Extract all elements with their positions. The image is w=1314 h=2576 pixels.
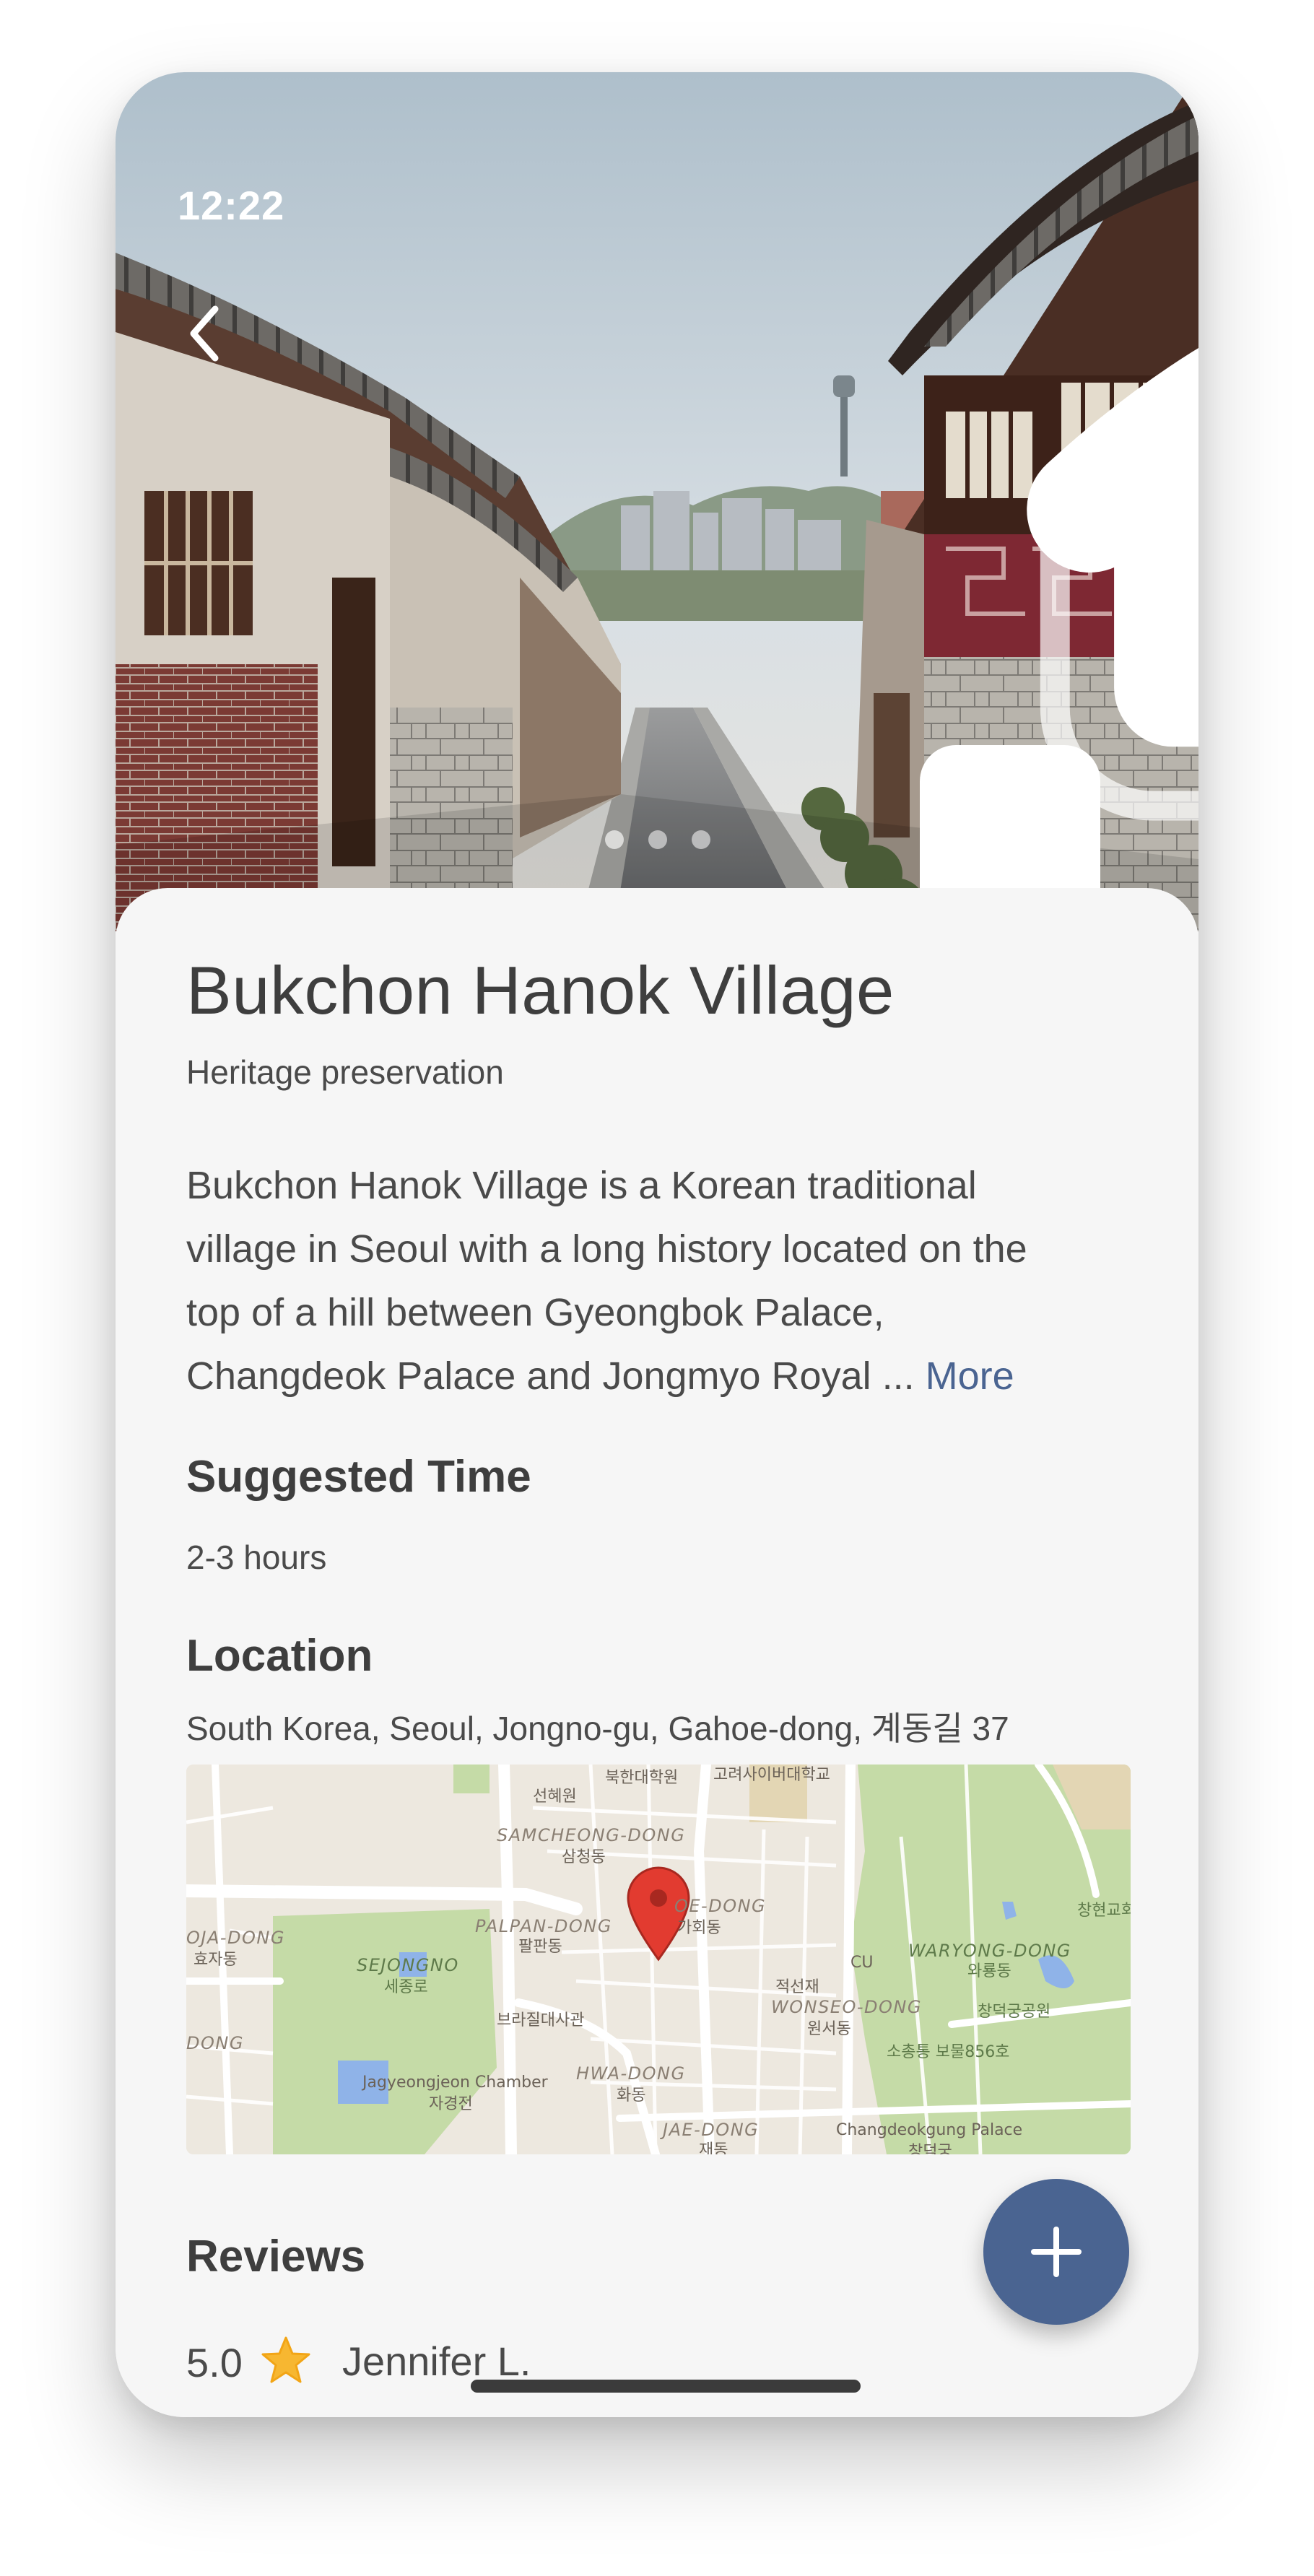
phone-frame: 12:22 Bukchon Hanok Village Heritage pre… <box>116 72 1198 2417</box>
map-label: CU <box>850 1954 874 1972</box>
add-button[interactable] <box>983 2179 1129 2325</box>
map-label: 고려사이버대학교 <box>713 1766 830 1784</box>
map-label: 창현교회 <box>1077 1902 1131 1920</box>
map-label: 적선재 <box>775 1978 819 1996</box>
reviewer-name: Jennifer L. <box>342 2338 531 2384</box>
map-label: 창덕궁공원 <box>978 2003 1051 2021</box>
map-label: 자경전 <box>429 2095 473 2113</box>
map-label: HWA-DONG <box>576 2063 686 2084</box>
suggested-time-heading: Suggested Time <box>186 1452 531 1502</box>
map-label: OE-DONG <box>674 1896 767 1916</box>
map-label: OJA-DONG <box>186 1928 285 1948</box>
star-icon <box>258 2333 313 2388</box>
map-label: 화동 <box>617 2087 646 2105</box>
more-link[interactable]: More <box>926 1354 1014 1398</box>
map-label: Jagyeongjeon Chamber <box>362 2074 548 2092</box>
status-icons <box>920 188 1198 931</box>
place-title: Bukchon Hanok Village <box>186 952 895 1028</box>
map-label: 원서동 <box>807 2020 851 2038</box>
map-label: WONSEO-DONG <box>771 1997 922 2017</box>
status-time: 12:22 <box>178 183 285 228</box>
map-label: 팔판동 <box>518 1938 562 1956</box>
map-label: 창덕궁 <box>908 2143 952 2154</box>
carousel-pagination <box>605 830 721 855</box>
cellular-signal-icon <box>920 189 1100 931</box>
map-label: 효자동 <box>193 1951 238 1969</box>
location-heading: Location <box>186 1631 373 1681</box>
map-label: 세종로 <box>384 1978 428 1996</box>
review-rating: 5.0 <box>186 2340 243 2385</box>
plus-icon <box>1031 2227 1082 2277</box>
map-label: SEJONGNO <box>357 1955 459 1975</box>
map-label: 북한대학원 <box>605 1769 679 1787</box>
description-line: top of a hill between Gyeongbok Palace, <box>186 1291 884 1334</box>
map-label: SAMCHEONG-DONG <box>497 1825 686 1845</box>
description-line: Bukchon Hanok Village is a Korean tradit… <box>186 1164 977 1207</box>
carousel-dot[interactable] <box>605 830 624 849</box>
description-line: Changdeok Palace and Jongmyo Royal ... <box>186 1354 915 1398</box>
map-label: 삼청동 <box>562 1848 606 1866</box>
location-map[interactable]: 북한대학원 고려사이버대학교 선혜원 SAMCHEONG-DONG 삼청동 PA… <box>186 1765 1131 2154</box>
place-description: Bukchon Hanok Village is a Korean tradit… <box>186 1154 1154 1408</box>
map-label: 소총통 보물856호 <box>887 2043 1010 2061</box>
reviews-heading: Reviews <box>186 2232 366 2281</box>
map-label: 재동 <box>699 2141 728 2154</box>
location-address: South Korea, Seoul, Jongno-gu, Gahoe-don… <box>186 1710 1009 1747</box>
suggested-time-value: 2-3 hours <box>186 1539 327 1576</box>
map-label: 선혜원 <box>533 1788 577 1806</box>
back-button[interactable] <box>173 297 231 370</box>
map-label: Changdeokgung Palace <box>836 2121 1023 2139</box>
hero-image: 12:22 <box>116 72 1198 931</box>
wifi-icon <box>978 188 1198 573</box>
place-category: Heritage preservation <box>186 1053 504 1091</box>
carousel-dot[interactable] <box>648 830 667 849</box>
map-label: 브라질대사관 <box>497 2011 585 2029</box>
description-line: village in Seoul with a long history loc… <box>186 1227 1027 1271</box>
carousel-dot[interactable] <box>692 830 710 849</box>
map-label: DONG <box>186 2033 244 2053</box>
home-indicator[interactable] <box>471 2380 861 2393</box>
battery-icon <box>1035 189 1198 821</box>
description-line-last: Changdeok Palace and Jongmyo Royal ... M… <box>186 1344 1154 1408</box>
map-label: 와룡동 <box>967 1962 1011 1980</box>
map-label: 가회동 <box>677 1919 721 1937</box>
